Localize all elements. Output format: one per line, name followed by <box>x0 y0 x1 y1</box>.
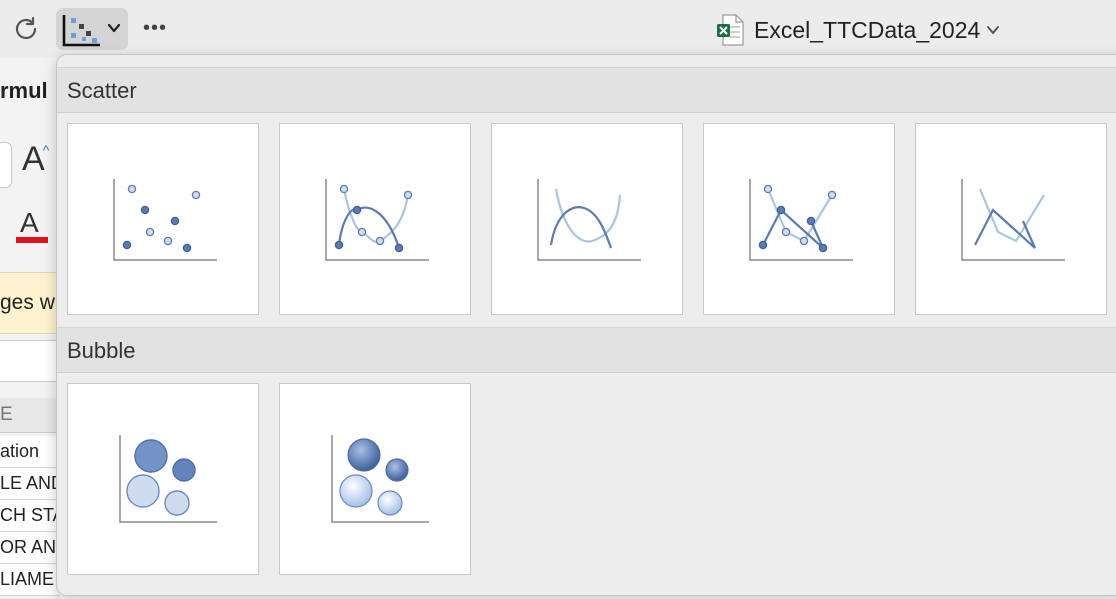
bubble-chart-icon <box>119 435 217 523</box>
bubble-option[interactable] <box>67 383 259 575</box>
font-color-button[interactable]: A <box>20 207 39 239</box>
scatter-markers-option[interactable] <box>67 123 259 315</box>
column-header-e[interactable]: E <box>0 398 60 433</box>
scatter-straight-lines-icon <box>961 179 1065 261</box>
bubble-3d-chart-icon <box>331 435 429 523</box>
scatter-chart-icon <box>62 15 100 47</box>
table-row[interactable]: OR AN <box>0 532 60 564</box>
table-row[interactable]: LE AND <box>0 468 60 500</box>
chart-type-gallery: Scatter Bubble <box>56 54 1116 596</box>
scatter-smooth-markers-option[interactable] <box>279 123 471 315</box>
ribbon-tab-fragment: rmul <box>0 78 48 103</box>
font-color-swatch <box>16 237 48 243</box>
chevron-down-icon <box>107 23 121 33</box>
top-toolbar: ••• Excel_TTCData_2024 <box>0 0 1116 58</box>
bubble-3d-option[interactable] <box>279 383 471 575</box>
table-row[interactable]: LIAME <box>0 564 60 596</box>
increase-font-size-button[interactable]: A^ <box>22 140 51 179</box>
scatter-smooth-lines-icon <box>537 179 641 261</box>
scatter-straight-markers-option[interactable] <box>703 123 895 315</box>
formula-bar[interactable] <box>0 340 60 382</box>
chart-type-button[interactable] <box>56 8 128 50</box>
table-row[interactable]: CH STA <box>0 500 60 532</box>
workbook-title-menu[interactable]: Excel_TTCData_2024 <box>716 14 1000 46</box>
chevron-down-icon <box>987 26 1000 34</box>
scatter-smooth-markers-icon <box>325 179 429 261</box>
scatter-straight-markers-icon <box>749 179 853 261</box>
font-size-box[interactable] <box>0 142 12 188</box>
workbook-name: Excel_TTCData_2024 <box>754 16 981 43</box>
scatter-straight-lines-option[interactable] <box>915 123 1107 315</box>
refresh-icon[interactable] <box>10 13 42 45</box>
scatter-smooth-lines-option[interactable] <box>491 123 683 315</box>
section-header-scatter: Scatter <box>57 67 1116 113</box>
table-row[interactable]: ation <box>0 436 60 468</box>
message-bar: ges w <box>0 272 60 334</box>
excel-file-icon <box>717 14 744 46</box>
more-options-button[interactable]: ••• <box>143 18 167 38</box>
scatter-markers-icon <box>113 179 217 261</box>
section-header-bubble: Bubble <box>57 327 1116 373</box>
